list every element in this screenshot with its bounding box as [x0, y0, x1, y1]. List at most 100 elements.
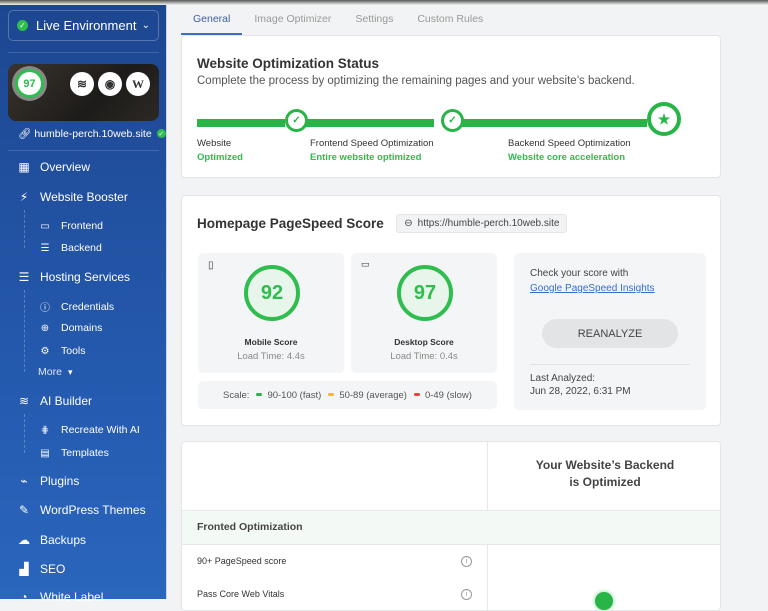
table-row: Pass Core Web Vitals i: [182, 586, 487, 602]
tab-image-optimizer[interactable]: Image Optimizer: [242, 8, 343, 35]
average-dot: [328, 393, 335, 396]
fast-dot: [256, 393, 263, 396]
server-icon: ☰: [40, 242, 50, 254]
tab-bar: General Image Optimizer Settings Custom …: [181, 8, 495, 35]
label: Backend: [61, 242, 102, 254]
last-analyzed: Last Analyzed: Jun 28, 2022, 6:31 PM: [530, 372, 631, 398]
status-title: Website Optimization Status: [197, 56, 380, 71]
label: Website Booster: [40, 190, 128, 204]
divider: [8, 52, 159, 53]
step-name: Frontend Speed Optimization: [310, 138, 434, 149]
site-thumbnail[interactable]: 97 ≋ ◉ W: [8, 64, 159, 121]
desktop-icon: ▭: [361, 259, 370, 269]
brush-icon: ✎: [18, 503, 30, 517]
label: Backups: [40, 533, 87, 547]
sidebar-item-white-label[interactable]: ◔ White Label: [0, 590, 167, 604]
server-icon: ☰: [18, 270, 30, 284]
wordpress-icon[interactable]: W: [126, 72, 150, 96]
sidebar-item-plugins[interactable]: ⌁ Plugins: [0, 474, 167, 488]
check-text: Check your score with: [530, 268, 629, 279]
mobile-score-gauge: 92: [244, 265, 300, 321]
ai-icon: ⋕: [40, 424, 50, 436]
desktop-load-time: Load Time: 0.4s: [390, 351, 458, 362]
label: More: [38, 366, 62, 378]
sidebar-item-more[interactable]: More ▾: [0, 366, 167, 378]
info-icon[interactable]: i: [461, 555, 472, 567]
sidebar: ✓ Live Environment ⌄ 97 ≋ ◉ W 🔗︎ humble-per…: [0, 0, 167, 604]
sidebar-item-templates[interactable]: ▤ Templates: [0, 447, 167, 459]
mobile-score-box: ▯ 92 Mobile Score Load Time: 4.4s: [198, 253, 344, 373]
backend-heading: Your Website’s Backend is Optimized: [488, 457, 720, 491]
label: Recreate With AI: [61, 424, 140, 436]
label: SEO: [40, 562, 66, 576]
pagespeed-title: Homepage PageSpeed Score: [197, 216, 384, 231]
divider: [8, 150, 159, 151]
sidebar-item-recreate-with-ai[interactable]: ⋕ Recreate With AI: [0, 424, 167, 436]
tab-custom-rules[interactable]: Custom Rules: [405, 8, 495, 35]
sidebar-item-seo[interactable]: ▟ SEO: [0, 562, 167, 576]
step-frontend: Frontend Speed Optimization Entire websit…: [310, 137, 434, 165]
pagespeed-header: Homepage PageSpeed Score ⊖ https://humble…: [197, 214, 568, 233]
chart-icon: ▟: [19, 562, 29, 576]
row-label: 90+ PageSpeed score: [197, 556, 287, 566]
grid-icon: ▦: [18, 160, 30, 174]
template-icon: ▤: [40, 447, 50, 459]
info-icon[interactable]: i: [461, 588, 472, 600]
mobile-icon: ▯: [208, 260, 214, 271]
label: Credentials: [61, 300, 115, 313]
sidebar-item-hosting-services[interactable]: ☰ Hosting Services: [0, 270, 167, 284]
step-state: Website core acceleration: [508, 152, 626, 163]
sidebar-item-backend[interactable]: ☰ Backend: [0, 242, 167, 254]
chevron-down-icon: ⌄: [141, 20, 150, 31]
sidebar-item-backups[interactable]: ☁︎ Backups: [0, 533, 167, 547]
site-link[interactable]: 🔗︎ humble-perch.10web.site ✓: [18, 127, 166, 140]
sidebar-item-credentials[interactable]: ⓘ Credentials: [0, 299, 167, 315]
sidebar-item-website-booster[interactable]: ⚡︎ Website Booster: [0, 190, 167, 204]
last-analyzed-value: Jun 28, 2022, 6:31 PM: [530, 386, 631, 397]
sidebar-item-overview[interactable]: ▦ Overview: [0, 160, 167, 174]
environment-select[interactable]: ✓ Live Environment ⌄: [8, 10, 159, 41]
desktop-score-box: ▭ 97 Desktop Score Load Time: 0.4s: [351, 253, 497, 373]
desktop-score-gauge: 97: [397, 265, 453, 321]
scale-slow: 0-49 (slow): [424, 389, 472, 401]
pagespeed-insights-link[interactable]: Google PageSpeed Insights: [530, 283, 655, 294]
tab-general[interactable]: General: [181, 8, 243, 35]
label-icon: ◔: [20, 590, 28, 604]
laptop-icon: ▭: [40, 220, 50, 232]
desktop-score-label: Desktop Score: [394, 337, 454, 347]
table-row: 90+ PageSpeed score i: [182, 553, 487, 569]
step-backend: Backend Speed Optimization Website core a…: [508, 137, 631, 165]
section-title: Fronted Optimization: [197, 521, 303, 533]
sidebar-item-domains[interactable]: ⊕ Domains: [0, 322, 167, 334]
sidebar-item-ai-builder[interactable]: ≋ AI Builder: [0, 394, 167, 408]
mobile-score-label: Mobile Score: [244, 337, 298, 347]
step-name: Backend Speed Optimization: [508, 138, 631, 149]
divider: [530, 364, 690, 365]
last-analyzed-label: Last Analyzed:: [530, 373, 596, 384]
eye-icon[interactable]: ◉: [98, 72, 122, 96]
label: Domains: [61, 322, 103, 334]
tab-settings[interactable]: Settings: [343, 8, 405, 35]
top-shadow: [0, 0, 768, 5]
sidebar-item-tools[interactable]: ⚙︎ Tools: [0, 345, 167, 357]
environment-label: Live Environment: [36, 18, 137, 33]
slow-dot: [413, 393, 420, 396]
sidebar-item-frontend[interactable]: ▭ Frontend: [0, 220, 167, 232]
progress-bar-segment: [457, 119, 647, 127]
info-icon: ⓘ: [40, 303, 50, 314]
comparison-card: Your Website’s Backend is Optimized Front…: [181, 441, 721, 611]
label: Templates: [61, 447, 109, 459]
site-score-badge: 97: [15, 69, 44, 98]
label: Frontend: [61, 220, 104, 232]
step-name: Website: [197, 138, 232, 149]
scale-fast: 90-100 (fast): [267, 389, 322, 401]
check-icon: [595, 592, 613, 610]
layers-icon[interactable]: ≋: [70, 72, 94, 96]
sidebar-item-wordpress-themes[interactable]: ✎ WordPress Themes: [0, 503, 167, 517]
scale-average: 50-89 (average): [339, 389, 407, 401]
step-website: Website Optimized: [197, 137, 243, 165]
reanalyze-button[interactable]: REANALYZE: [542, 319, 678, 348]
progress-bar-segment: [197, 119, 285, 127]
url-chip[interactable]: ⊖ https://humble-perch.10web.site: [396, 214, 568, 233]
label: AI Builder: [40, 394, 93, 408]
